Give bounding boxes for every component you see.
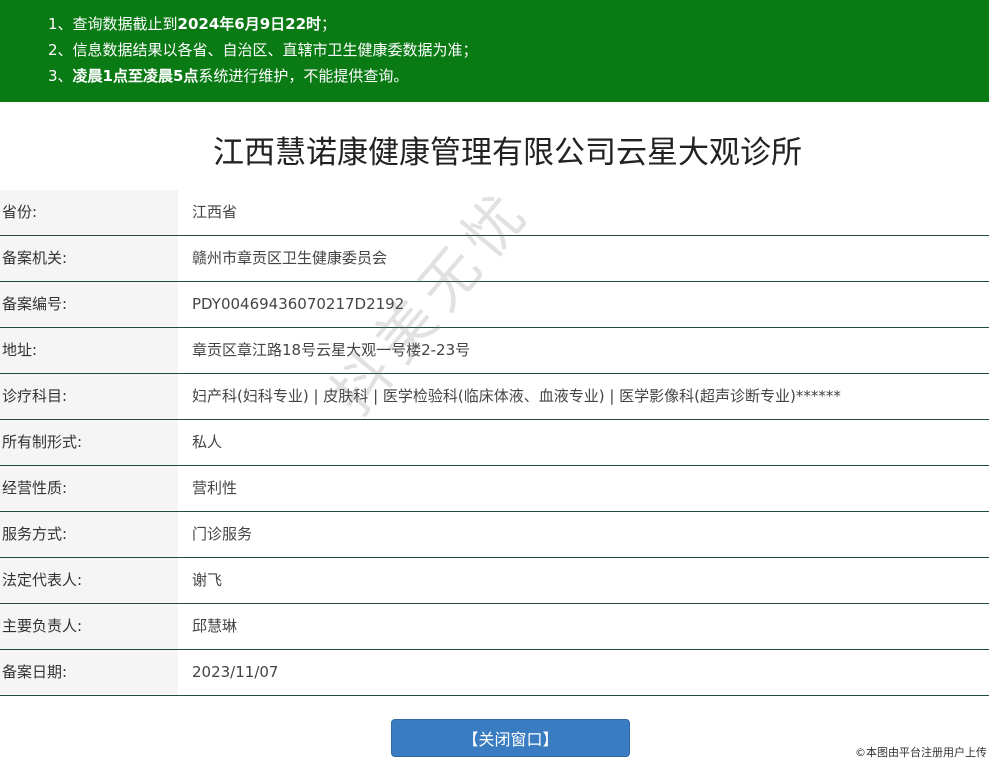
row-value: 营利性: [192, 479, 238, 497]
row-value: 2023/11/07: [192, 663, 279, 681]
notice-emphasis: 2024年6月9日22时: [177, 15, 322, 33]
row-label: 经营性质:: [0, 466, 178, 511]
row-value: 邱慧琳: [192, 617, 238, 635]
notice-text: 1、查询数据截止到: [48, 15, 178, 33]
footer-note: ©本图由平台注册用户上传: [855, 746, 987, 759]
notice-line-2: 2、信息数据结果以各省、自治区、直辖市卫生健康委数据为准；: [48, 41, 478, 59]
table-row: 备案日期: 2023/11/07: [0, 650, 989, 696]
notice-line-1: 1、查询数据截止到2024年6月9日22时；: [48, 11, 989, 37]
row-label: 服务方式:: [0, 512, 178, 557]
info-table: 省份: 江西省 备案机关: 赣州市章贡区卫生健康委员会 备案编号: PDY004…: [0, 190, 989, 696]
row-value: 妇产科(妇科专业) | 皮肤科 | 医学检验科(临床体液、血液专业) | 医学影…: [192, 387, 841, 405]
row-label: 备案机关:: [0, 236, 178, 281]
notice-text: 3、: [48, 67, 73, 85]
table-row: 主要负责人: 邱慧琳: [0, 604, 989, 650]
row-label: 所有制形式:: [0, 420, 178, 465]
table-row: 服务方式: 门诊服务: [0, 512, 989, 558]
page-title: 江西慧诺康健康管理有限公司云星大观诊所: [213, 135, 802, 171]
row-label: 省份:: [0, 190, 178, 235]
row-value: 章贡区章江路18号云星大观一号楼2-23号: [192, 341, 471, 359]
row-value: 谢飞: [192, 571, 223, 589]
notice-text: ；: [321, 15, 337, 33]
notice-banner: 1、查询数据截止到2024年6月9日22时； 2、信息数据结果以各省、自治区、直…: [0, 0, 989, 102]
row-value: 赣州市章贡区卫生健康委员会: [192, 249, 388, 267]
row-label: 主要负责人:: [0, 604, 178, 649]
table-row: 所有制形式: 私人: [0, 420, 989, 466]
table-row: 法定代表人: 谢飞: [0, 558, 989, 604]
row-value: 江西省: [192, 203, 238, 221]
table-row: 经营性质: 营利性: [0, 466, 989, 512]
row-label: 备案编号:: [0, 282, 178, 327]
notice-line-3: 3、凌晨1点至凌晨5点系统进行维护，不能提供查询。: [48, 63, 989, 89]
notice-text: 系统进行维护，不能提供查询。: [198, 67, 409, 85]
table-row: 备案机关: 赣州市章贡区卫生健康委员会: [0, 236, 989, 282]
table-row: 备案编号: PDY00469436070217D2192: [0, 282, 989, 328]
row-label: 法定代表人:: [0, 558, 178, 603]
close-window-button[interactable]: 【关闭窗口】: [391, 719, 630, 757]
notice-emphasis: 凌晨1点至凌晨5点: [72, 67, 199, 85]
table-row: 诊疗科目: 妇产科(妇科专业) | 皮肤科 | 医学检验科(临床体液、血液专业)…: [0, 374, 989, 420]
row-label: 诊疗科目:: [0, 374, 178, 419]
row-label: 地址:: [0, 328, 178, 373]
row-value: 门诊服务: [192, 525, 253, 543]
row-value: PDY00469436070217D2192: [192, 295, 405, 313]
row-value: 私人: [192, 433, 223, 451]
table-row: 省份: 江西省: [0, 190, 989, 236]
row-label: 备案日期:: [0, 650, 178, 695]
table-row: 地址: 章贡区章江路18号云星大观一号楼2-23号: [0, 328, 989, 374]
